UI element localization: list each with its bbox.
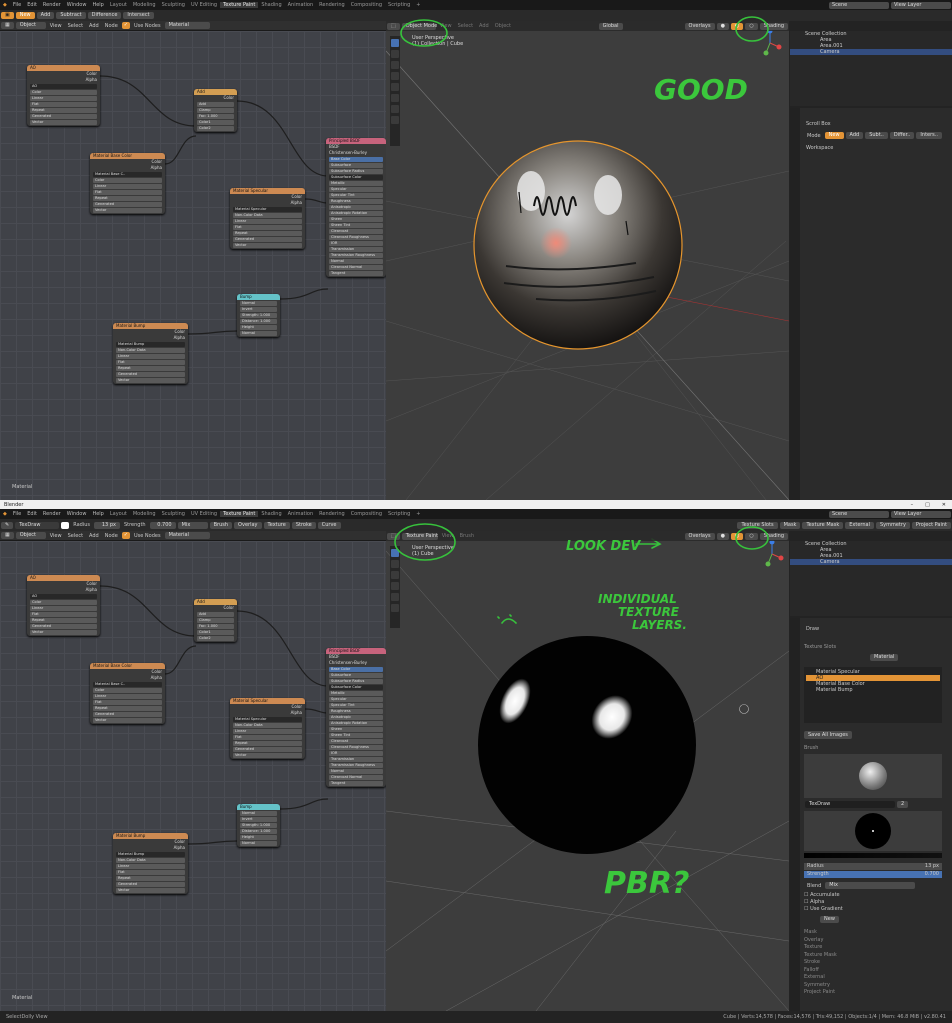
panel-external[interactable]: External bbox=[804, 974, 952, 982]
use-gradient-label: Use Gradient bbox=[810, 906, 843, 912]
brush-name-row: TexDraw 2 bbox=[804, 801, 952, 808]
top-outliner: Scene Collection Area Area.001 Camera bbox=[790, 31, 952, 106]
prop-intersect-button[interactable]: Inters.. bbox=[916, 132, 942, 139]
panel-overlay[interactable]: Overlay bbox=[804, 937, 952, 945]
texture-slot-mode-dropdown[interactable]: Material bbox=[870, 654, 899, 661]
status-stats: Cube | Verts:14,578 | Faces:14,576 | Tri… bbox=[723, 1014, 946, 1020]
radius-value: 13 px bbox=[924, 863, 939, 869]
brush-options: ☐ Accumulate ☐ Alpha ☐ Use Gradient bbox=[804, 892, 952, 913]
panel-falloff[interactable]: Falloff bbox=[804, 967, 952, 975]
new-palette-button[interactable]: New bbox=[820, 916, 839, 923]
properties-tool-name-2: Draw bbox=[806, 626, 820, 632]
brush-users-count[interactable]: 2 bbox=[897, 801, 909, 808]
strength-value: 0.700 bbox=[924, 871, 939, 877]
bottom-properties: Draw Texture Slots Material Material Spe… bbox=[790, 618, 952, 1011]
workspace-panel[interactable]: Workspace bbox=[806, 145, 952, 151]
brush-preview[interactable] bbox=[804, 754, 942, 798]
color-picker[interactable] bbox=[804, 811, 942, 851]
panel-stroke[interactable]: Stroke bbox=[804, 959, 952, 967]
outliner-item-cube-2[interactable] bbox=[790, 565, 952, 571]
color-wheel[interactable] bbox=[855, 813, 891, 849]
brush-name-field-2[interactable]: TexDraw bbox=[805, 801, 895, 808]
prop-add-button[interactable]: Add bbox=[845, 132, 864, 139]
brush-preview-icon bbox=[859, 762, 887, 790]
bottom-screenshot: Blender – □ ✕ ◆ File Edit Render Window … bbox=[0, 500, 952, 1011]
top-properties: Scroll Box Mode New Add Subt.. Differ.. … bbox=[790, 108, 952, 500]
panel-texture[interactable]: Texture bbox=[804, 944, 952, 952]
prop-subtract-button[interactable]: Subt.. bbox=[865, 132, 888, 139]
panel-symmetry[interactable]: Symmetry bbox=[804, 982, 952, 990]
value-slider[interactable] bbox=[804, 853, 942, 858]
blend-dropdown-2[interactable]: Mix bbox=[825, 882, 916, 889]
texture-slot-list: Material Specular AO Material Base Color… bbox=[804, 667, 942, 723]
panel-project-paint[interactable]: Project Paint bbox=[804, 989, 952, 997]
properties-mode-label: Mode bbox=[807, 132, 821, 139]
prop-difference-button[interactable]: Differ.. bbox=[889, 132, 915, 139]
accumulate-checkbox[interactable]: ☐ Accumulate bbox=[804, 892, 952, 899]
save-all-images-button[interactable]: Save All Images bbox=[804, 731, 852, 739]
status-bar: Select Dolly View Cube | Verts:14,578 | … bbox=[0, 1011, 952, 1023]
use-gradient-checkbox[interactable]: ☐ Use Gradient bbox=[804, 906, 952, 913]
strength-slider[interactable]: Strength 0.700 bbox=[804, 871, 942, 878]
blend-row: Blend Mix bbox=[804, 882, 952, 889]
slot-material-bump[interactable]: Material Bump bbox=[806, 687, 940, 693]
status-dolly: Dolly View bbox=[21, 1014, 48, 1020]
top-screenshot: ◆ File Edit Render Window Help Layout Mo… bbox=[0, 0, 952, 500]
strength-label-2: Strength bbox=[807, 871, 829, 877]
brush-panel[interactable]: Brush bbox=[804, 745, 952, 751]
status-select: Select bbox=[6, 1014, 22, 1020]
radius-label-2: Radius bbox=[807, 863, 824, 869]
alpha-label: Alpha bbox=[810, 899, 825, 905]
prop-new-button[interactable]: New bbox=[824, 132, 844, 139]
bottom-outliner: Scene Collection Area Area.001 Camera bbox=[790, 541, 952, 616]
alpha-checkbox[interactable]: ☐ Alpha bbox=[804, 899, 952, 906]
properties-tool-name: Scroll Box bbox=[806, 121, 831, 127]
panel-mask[interactable]: Mask bbox=[804, 929, 952, 937]
collapsed-panels: Mask Overlay Texture Texture Mask Stroke… bbox=[804, 929, 952, 997]
radius-slider[interactable]: Radius 13 px bbox=[804, 863, 942, 870]
accumulate-label: Accumulate bbox=[810, 892, 840, 898]
blend-label: Blend bbox=[807, 882, 822, 889]
texture-slots-panel[interactable]: Texture Slots bbox=[804, 644, 952, 650]
panel-texture-mask[interactable]: Texture Mask bbox=[804, 952, 952, 960]
outliner-item-cube[interactable] bbox=[790, 55, 952, 61]
